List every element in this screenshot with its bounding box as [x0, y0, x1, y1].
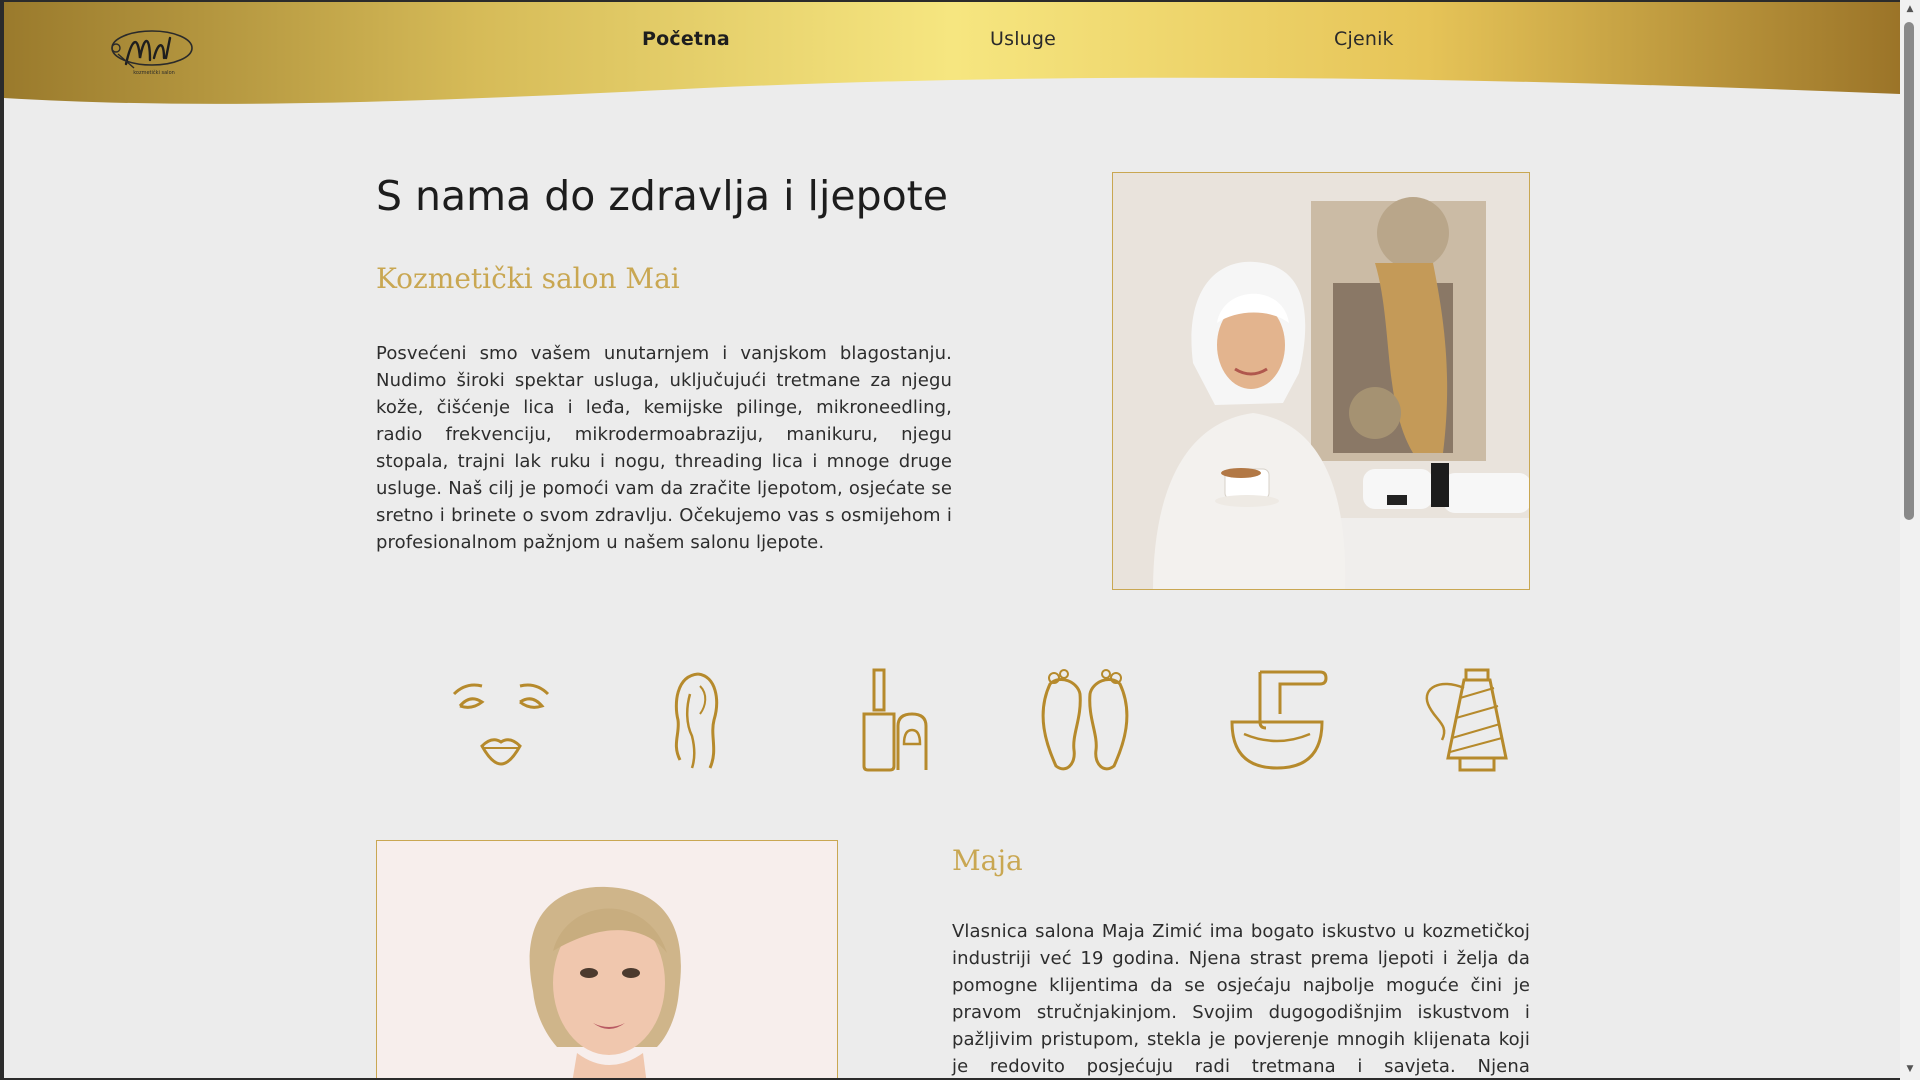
browser-viewport: kozmetički salon Početna Usluge Cjenik S… [4, 2, 1900, 1078]
scroll-up-icon[interactable]: ▲ [1904, 4, 1916, 14]
nail-polish-icon [834, 664, 944, 774]
woman-in-robe-image [1113, 173, 1529, 589]
owner-portrait-image [377, 841, 837, 1078]
owner-photo [376, 840, 838, 1078]
page-content: S nama do zdravlja i ljepote Kozmetički … [4, 2, 1900, 1078]
owner-name: Maja [952, 844, 1023, 877]
hero-subtitle: Kozmetički salon Mai [376, 262, 680, 295]
feet-icon [1030, 664, 1140, 774]
vertical-scrollbar[interactable]: ▲ ▼ [1900, 0, 1920, 1080]
scrollbar-thumb[interactable] [1904, 22, 1914, 520]
woman-profile-icon [640, 664, 750, 774]
scroll-down-icon[interactable]: ▼ [1904, 1064, 1916, 1074]
owner-paragraph: Vlasnica salona Maja Zimić ima bogato is… [952, 921, 1530, 1077]
hero-title: S nama do zdravlja i ljepote [376, 172, 948, 220]
thread-spool-icon [1420, 664, 1530, 774]
face-icon [446, 664, 556, 774]
wax-bowl-icon [1224, 664, 1334, 774]
hero-paragraph: Posvećeni smo vašem unutarnjem i vanjsko… [376, 343, 952, 553]
hero-photo [1112, 172, 1530, 590]
